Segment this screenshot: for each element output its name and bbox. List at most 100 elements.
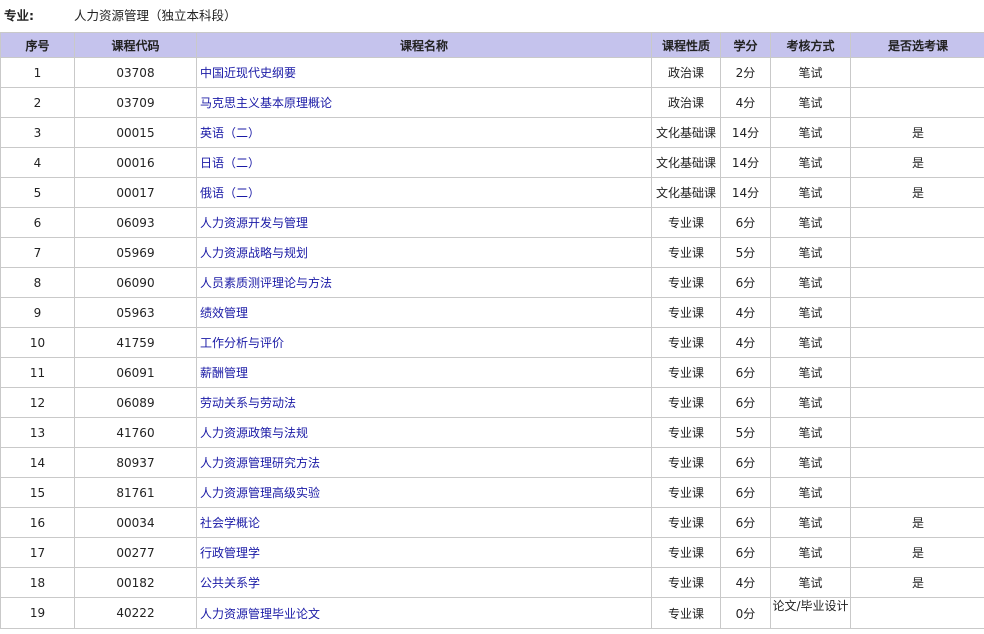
course-name-link[interactable]: 工作分析与评价: [200, 336, 284, 350]
course-name-link[interactable]: 人员素质测评理论与方法: [200, 276, 332, 290]
cell-exam-method: 笔试: [770, 267, 851, 298]
cell-no: 8: [0, 267, 75, 298]
cell-course-type: 专业课: [651, 537, 721, 568]
course-name-link[interactable]: 绩效管理: [200, 306, 248, 320]
cell-course-type: 专业课: [651, 237, 721, 268]
table-row: 15 81761 人力资源管理高级实验 专业课 6分 笔试: [0, 477, 984, 508]
cell-course-type: 专业课: [651, 327, 721, 358]
cell-exam-method: 笔试: [770, 177, 851, 208]
cell-exam-method: 笔试: [770, 537, 851, 568]
cell-course-type: 政治课: [651, 87, 721, 118]
cell-elective: [850, 237, 984, 268]
cell-elective: 是: [850, 147, 984, 178]
header-name: 课程名称: [196, 32, 652, 58]
cell-exam-method: 笔试: [770, 87, 851, 118]
cell-no: 5: [0, 177, 75, 208]
cell-course-name: 英语（二）: [196, 117, 652, 148]
table-row: 11 06091 薪酬管理 专业课 6分 笔试: [0, 357, 984, 388]
table-row: 17 00277 行政管理学 专业课 6分 笔试是: [0, 537, 984, 568]
cell-elective: 是: [850, 507, 984, 538]
cell-exam-method: 笔试: [770, 507, 851, 538]
course-name-link[interactable]: 公共关系学: [200, 576, 260, 590]
cell-credit: 4分: [720, 327, 771, 358]
cell-course-type: 专业课: [651, 597, 721, 629]
cell-elective: [850, 297, 984, 328]
cell-credit: 6分: [720, 477, 771, 508]
cell-course-name: 中国近现代史纲要: [196, 57, 652, 88]
cell-course-type: 专业课: [651, 207, 721, 238]
table-row: 10 41759 工作分析与评价 专业课 4分 笔试: [0, 327, 984, 358]
course-name-link[interactable]: 人力资源战略与规划: [200, 246, 308, 260]
header-code: 课程代码: [74, 32, 197, 58]
cell-code: 41759: [74, 327, 197, 358]
cell-no: 17: [0, 537, 75, 568]
table-header-row: 序号 课程代码 课程名称 课程性质 学分 考核方式 是否选考课: [0, 32, 984, 58]
cell-code: 06091: [74, 357, 197, 388]
cell-course-name: 社会学概论: [196, 507, 652, 538]
table-row: 8 06090 人员素质测评理论与方法 专业课 6分 笔试: [0, 267, 984, 298]
cell-no: 10: [0, 327, 75, 358]
cell-code: 03709: [74, 87, 197, 118]
cell-code: 40222: [74, 597, 197, 629]
cell-course-type: 专业课: [651, 267, 721, 298]
cell-code: 06089: [74, 387, 197, 418]
cell-no: 18: [0, 567, 75, 598]
course-table: 序号 课程代码 课程名称 课程性质 学分 考核方式 是否选考课 1 03708 中国…: [0, 32, 984, 629]
cell-no: 15: [0, 477, 75, 508]
cell-course-type: 专业课: [651, 297, 721, 328]
table-row: 14 80937 人力资源管理研究方法 专业课 6分 笔试: [0, 447, 984, 478]
cell-course-name: 人力资源战略与规划: [196, 237, 652, 268]
cell-exam-method: 笔试: [770, 237, 851, 268]
cell-credit: 5分: [720, 417, 771, 448]
course-name-link[interactable]: 劳动关系与劳动法: [200, 396, 296, 410]
cell-exam-method: 笔试: [770, 477, 851, 508]
cell-code: 00015: [74, 117, 197, 148]
cell-course-name: 日语（二）: [196, 147, 652, 178]
table-row: 2 03709 马克思主义基本原理概论 政治课 4分 笔试: [0, 87, 984, 118]
major-line: 专业: 人力资源管理（独立本科段）: [0, 0, 984, 32]
cell-no: 4: [0, 147, 75, 178]
cell-course-type: 专业课: [651, 507, 721, 538]
cell-course-name: 人力资源管理高级实验: [196, 477, 652, 508]
table-row: 3 00015 英语（二） 文化基础课 14分 笔试是: [0, 117, 984, 148]
header-credit: 学分: [720, 32, 771, 58]
cell-elective: [850, 447, 984, 478]
course-name-link[interactable]: 人力资源管理研究方法: [200, 456, 320, 470]
header-type: 课程性质: [651, 32, 721, 58]
cell-course-name: 绩效管理: [196, 297, 652, 328]
cell-no: 1: [0, 57, 75, 88]
course-name-link[interactable]: 日语（二）: [200, 156, 260, 170]
cell-exam-method: 笔试: [770, 357, 851, 388]
cell-credit: 6分: [720, 507, 771, 538]
cell-no: 2: [0, 87, 75, 118]
cell-course-type: 专业课: [651, 447, 721, 478]
course-name-link[interactable]: 人力资源开发与管理: [200, 216, 308, 230]
cell-course-name: 人力资源开发与管理: [196, 207, 652, 238]
cell-code: 05969: [74, 237, 197, 268]
course-table-body: 1 03708 中国近现代史纲要 政治课 2分 笔试 2 03709 马克思主义基本原理概论 政治…: [0, 57, 984, 629]
cell-course-name: 人员素质测评理论与方法: [196, 267, 652, 298]
course-name-link[interactable]: 社会学概论: [200, 516, 260, 530]
course-name-link[interactable]: 马克思主义基本原理概论: [200, 96, 332, 110]
cell-credit: 4分: [720, 567, 771, 598]
cell-code: 80937: [74, 447, 197, 478]
cell-credit: 6分: [720, 447, 771, 478]
course-name-link[interactable]: 人力资源管理高级实验: [200, 486, 320, 500]
cell-elective: 是: [850, 177, 984, 208]
course-name-link[interactable]: 俄语（二）: [200, 186, 260, 200]
table-row: 7 05969 人力资源战略与规划 专业课 5分 笔试: [0, 237, 984, 268]
cell-credit: 14分: [720, 147, 771, 178]
course-name-link[interactable]: 行政管理学: [200, 546, 260, 560]
course-name-link[interactable]: 中国近现代史纲要: [200, 66, 296, 80]
course-name-link[interactable]: 薪酬管理: [200, 366, 248, 380]
cell-code: 00017: [74, 177, 197, 208]
cell-code: 06093: [74, 207, 197, 238]
cell-course-type: 专业课: [651, 417, 721, 448]
course-name-link[interactable]: 人力资源管理毕业论文: [200, 607, 320, 621]
cell-no: 7: [0, 237, 75, 268]
course-name-link[interactable]: 英语（二）: [200, 126, 260, 140]
cell-no: 19: [0, 597, 75, 629]
cell-exam-method: 笔试: [770, 417, 851, 448]
course-name-link[interactable]: 人力资源政策与法规: [200, 426, 308, 440]
table-row: 13 41760 人力资源政策与法规 专业课 5分 笔试: [0, 417, 984, 448]
